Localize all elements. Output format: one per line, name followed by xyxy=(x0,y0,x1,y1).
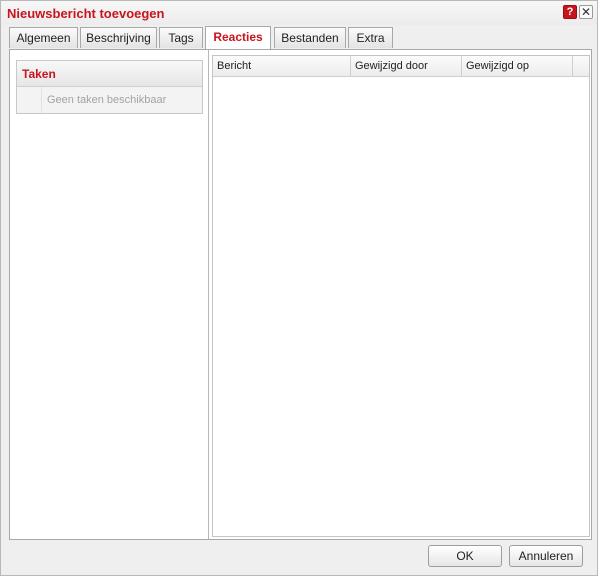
dialog-window: Nieuwsbericht toevoegen ? ✕ Algemeen Bes… xyxy=(0,0,598,576)
help-icon[interactable]: ? xyxy=(563,5,577,19)
column-header-gewijzigd-door[interactable]: Gewijzigd door xyxy=(351,56,462,76)
taken-title: Taken xyxy=(22,67,56,81)
grid-header: Bericht Gewijzigd door Gewijzigd op xyxy=(213,56,589,77)
taken-header: Taken xyxy=(17,61,202,87)
ok-button[interactable]: OK xyxy=(428,545,502,567)
reacties-grid[interactable]: Bericht Gewijzigd door Gewijzigd op xyxy=(212,55,590,537)
dialog-titlebar[interactable]: Nieuwsbericht toevoegen ? ✕ xyxy=(1,1,597,25)
tab-content-panel: Taken Geen taken beschikbaar Bericht Gew… xyxy=(9,49,592,540)
taken-empty-message: Geen taken beschikbaar xyxy=(47,94,167,106)
tab-extra[interactable]: Extra xyxy=(348,27,393,48)
column-header-gewijzigd-op[interactable]: Gewijzigd op xyxy=(462,56,573,76)
left-pane: Taken Geen taken beschikbaar xyxy=(10,50,209,539)
tab-reacties[interactable]: Reacties xyxy=(205,26,271,49)
tab-algemeen[interactable]: Algemeen xyxy=(9,27,78,48)
tab-beschrijving[interactable]: Beschrijving xyxy=(80,27,157,48)
taken-panel: Taken Geen taken beschikbaar xyxy=(16,60,203,114)
tab-tags[interactable]: Tags xyxy=(159,27,203,48)
tab-bestanden[interactable]: Bestanden xyxy=(274,27,346,48)
close-icon[interactable]: ✕ xyxy=(579,5,593,19)
column-header-filler xyxy=(573,56,589,76)
dialog-title: Nieuwsbericht toevoegen xyxy=(7,6,165,21)
dialog-footer: OK Annuleren xyxy=(1,539,597,575)
column-header-bericht[interactable]: Bericht xyxy=(213,56,351,76)
cancel-button[interactable]: Annuleren xyxy=(509,545,583,567)
taken-gutter xyxy=(17,87,42,113)
